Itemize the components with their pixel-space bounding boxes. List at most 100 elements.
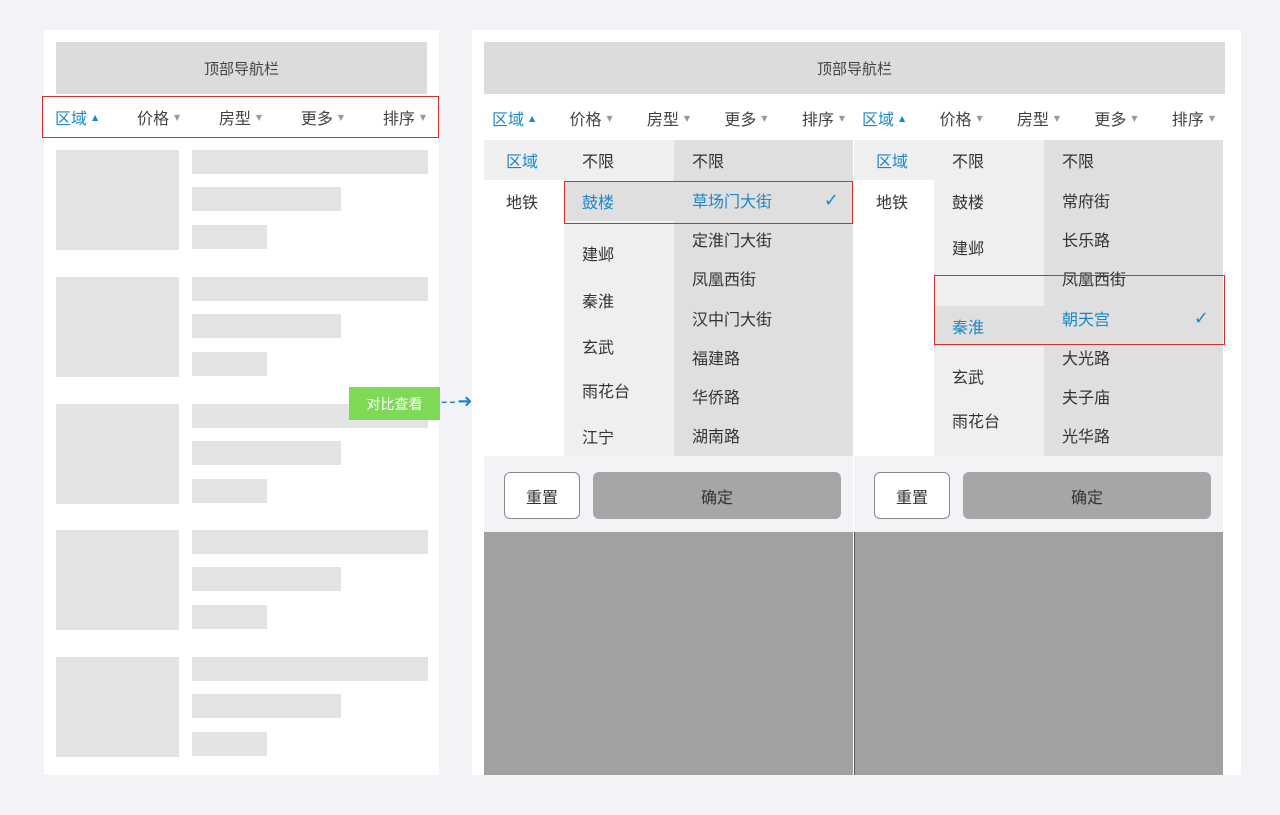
street-item[interactable]: 凤凰西街 [1044,258,1223,298]
caret-down-icon: ▼ [838,113,845,123]
filter-price[interactable]: 价格 ▼ [569,106,612,130]
street-item[interactable]: 常府街 [1044,180,1223,220]
street-item[interactable]: 凤凰西街 [674,258,853,298]
text-placeholder [192,605,267,629]
caret-down-icon: ▼ [606,113,613,123]
list-item[interactable] [56,657,428,757]
street-item[interactable]: 夫子庙 [1044,376,1223,416]
text-placeholder [192,187,341,211]
list-item[interactable] [56,150,428,250]
check-icon: ✓ [1193,307,1209,329]
text-placeholder [192,225,267,249]
text-placeholder [192,530,428,554]
district-item-selected[interactable]: 鼓楼 [564,181,674,221]
filter-sort[interactable]: 排序 ▼ [383,105,426,129]
caret-down-icon: ▼ [683,113,691,123]
category-item-area[interactable]: 区域 [484,140,564,180]
filter-more[interactable]: 更多 ▼ [724,106,767,130]
filter-area[interactable]: 区域 ▲ [55,105,98,129]
street-column: 不限 草场门大街 ✓ 定淮门大街 凤凰西街 汉中门大街 福建路 华侨路 湖南路 [674,140,853,456]
filter-area[interactable]: 区域 ▲ [862,106,905,130]
district-item[interactable]: 秦淮 [564,280,674,320]
category-column: 区域 地铁 [484,140,564,456]
district-item[interactable]: 不限 [934,140,1044,180]
caret-down-icon: ▼ [419,112,426,122]
caret-down-icon: ▼ [1053,113,1061,123]
district-column: 不限 鼓楼 建邺 秦淮 玄武 雨花台 江宁 [564,140,674,456]
district-item[interactable]: 雨花台 [934,400,1044,440]
caret-down-icon: ▼ [976,113,983,123]
caret-down-icon: ▼ [173,112,181,122]
district-item-selected[interactable]: 秦淮 [934,306,1044,346]
check-icon: ✓ [823,189,839,211]
street-item[interactable]: 光华路 [1044,415,1223,455]
filter-area[interactable]: 区域 ▲ [492,106,535,130]
reset-button[interactable]: 重置 [874,472,950,519]
street-item[interactable]: 长乐路 [1044,219,1223,259]
filter-room-type[interactable]: 房型 ▼ [1017,106,1060,130]
text-placeholder [192,150,428,174]
overlay-mask[interactable] [484,532,853,775]
street-item[interactable]: 华侨路 [674,376,853,416]
compare-tag: 对比查看 [349,387,440,420]
confirm-button[interactable]: 确定 [963,472,1211,519]
filter-bar: 区域 ▲ 价格 ▼ 房型 ▼ 更多 ▼ 排序 ▼ [484,96,853,140]
text-placeholder [192,479,267,503]
text-placeholder [192,567,341,591]
filter-room-type[interactable]: 房型 ▼ [219,105,262,129]
list-item[interactable] [56,277,428,377]
caret-down-icon: ▼ [761,113,768,123]
street-item[interactable]: 定淮门大街 [674,219,853,259]
district-item[interactable]: 雨花台 [564,370,674,410]
filter-price[interactable]: 价格 ▼ [939,106,982,130]
dropdown-version-a: 区域 ▲ 价格 ▼ 房型 ▼ 更多 ▼ 排序 ▼ 区域 地铁 不限 鼓楼 建邺 秦淮 玄武… [484,30,853,775]
category-column: 区域 地铁 [854,140,934,456]
filter-sort[interactable]: 排序 ▼ [1172,106,1215,130]
category-item-metro[interactable]: 地铁 [854,181,934,221]
street-item-selected[interactable]: 草场门大街 ✓ [674,180,853,220]
dropdown-actions: 重置 确定 [484,456,853,532]
district-item[interactable]: 江宁 [564,416,674,456]
category-item-metro[interactable]: 地铁 [484,181,564,221]
dropdown-comparison-mockup: 顶部导航栏 区域 ▲ 价格 ▼ 房型 ▼ 更多 ▼ 排序 ▼ 区域 地铁 不限 鼓楼 建邺… [472,30,1241,775]
filter-bar: 区域 ▲ 价格 ▼ 房型 ▼ 更多 ▼ 排序 ▼ [854,96,1223,140]
filter-more[interactable]: 更多 ▼ [301,105,344,129]
district-item[interactable]: 玄武 [934,356,1044,396]
filter-sort[interactable]: 排序 ▼ [802,106,845,130]
street-item[interactable]: 湖南路 [674,415,853,455]
overlay-mask[interactable] [854,532,1223,775]
caret-down-icon: ▼ [255,112,263,122]
confirm-button[interactable]: 确定 [593,472,841,519]
category-item-area[interactable]: 区域 [854,140,934,180]
street-item[interactable]: 不限 [674,140,853,180]
text-placeholder [192,694,341,718]
filter-more[interactable]: 更多 ▼ [1094,106,1137,130]
caret-up-icon: ▲ [92,112,99,122]
dashed-arrow-right-icon: - - ➜ [441,391,472,412]
district-item[interactable]: 建邺 [564,233,674,273]
text-placeholder [192,732,267,756]
street-item-selected[interactable]: 朝天宫 ✓ [1044,298,1223,338]
reset-button[interactable]: 重置 [504,472,580,519]
street-item[interactable]: 汉中门大街 [674,298,853,338]
street-item[interactable]: 不限 [1044,140,1223,180]
caret-up-icon: ▲ [899,113,906,123]
text-placeholder [192,277,428,301]
top-nav-label: 顶部导航栏 [203,59,279,78]
top-nav-bar: 顶部导航栏 [56,42,427,94]
district-item[interactable]: 建邺 [934,227,1044,267]
caret-up-icon: ▲ [529,113,536,123]
district-item[interactable]: 玄武 [564,326,674,366]
district-item[interactable]: 鼓楼 [934,181,1044,221]
list-item[interactable] [56,530,428,630]
district-item[interactable]: 不限 [564,140,674,180]
text-placeholder [192,352,267,376]
thumbnail-placeholder [56,150,179,250]
filter-room-type[interactable]: 房型 ▼ [647,106,690,130]
filter-price[interactable]: 价格 ▼ [137,105,180,129]
street-item[interactable]: 大光路 [1044,337,1223,377]
street-column: 不限 常府街 长乐路 凤凰西街 朝天宫 ✓ 大光路 夫子庙 光华路 [1044,140,1223,456]
street-item[interactable]: 福建路 [674,337,853,377]
thumbnail-placeholder [56,657,179,757]
thumbnail-placeholder [56,277,179,377]
